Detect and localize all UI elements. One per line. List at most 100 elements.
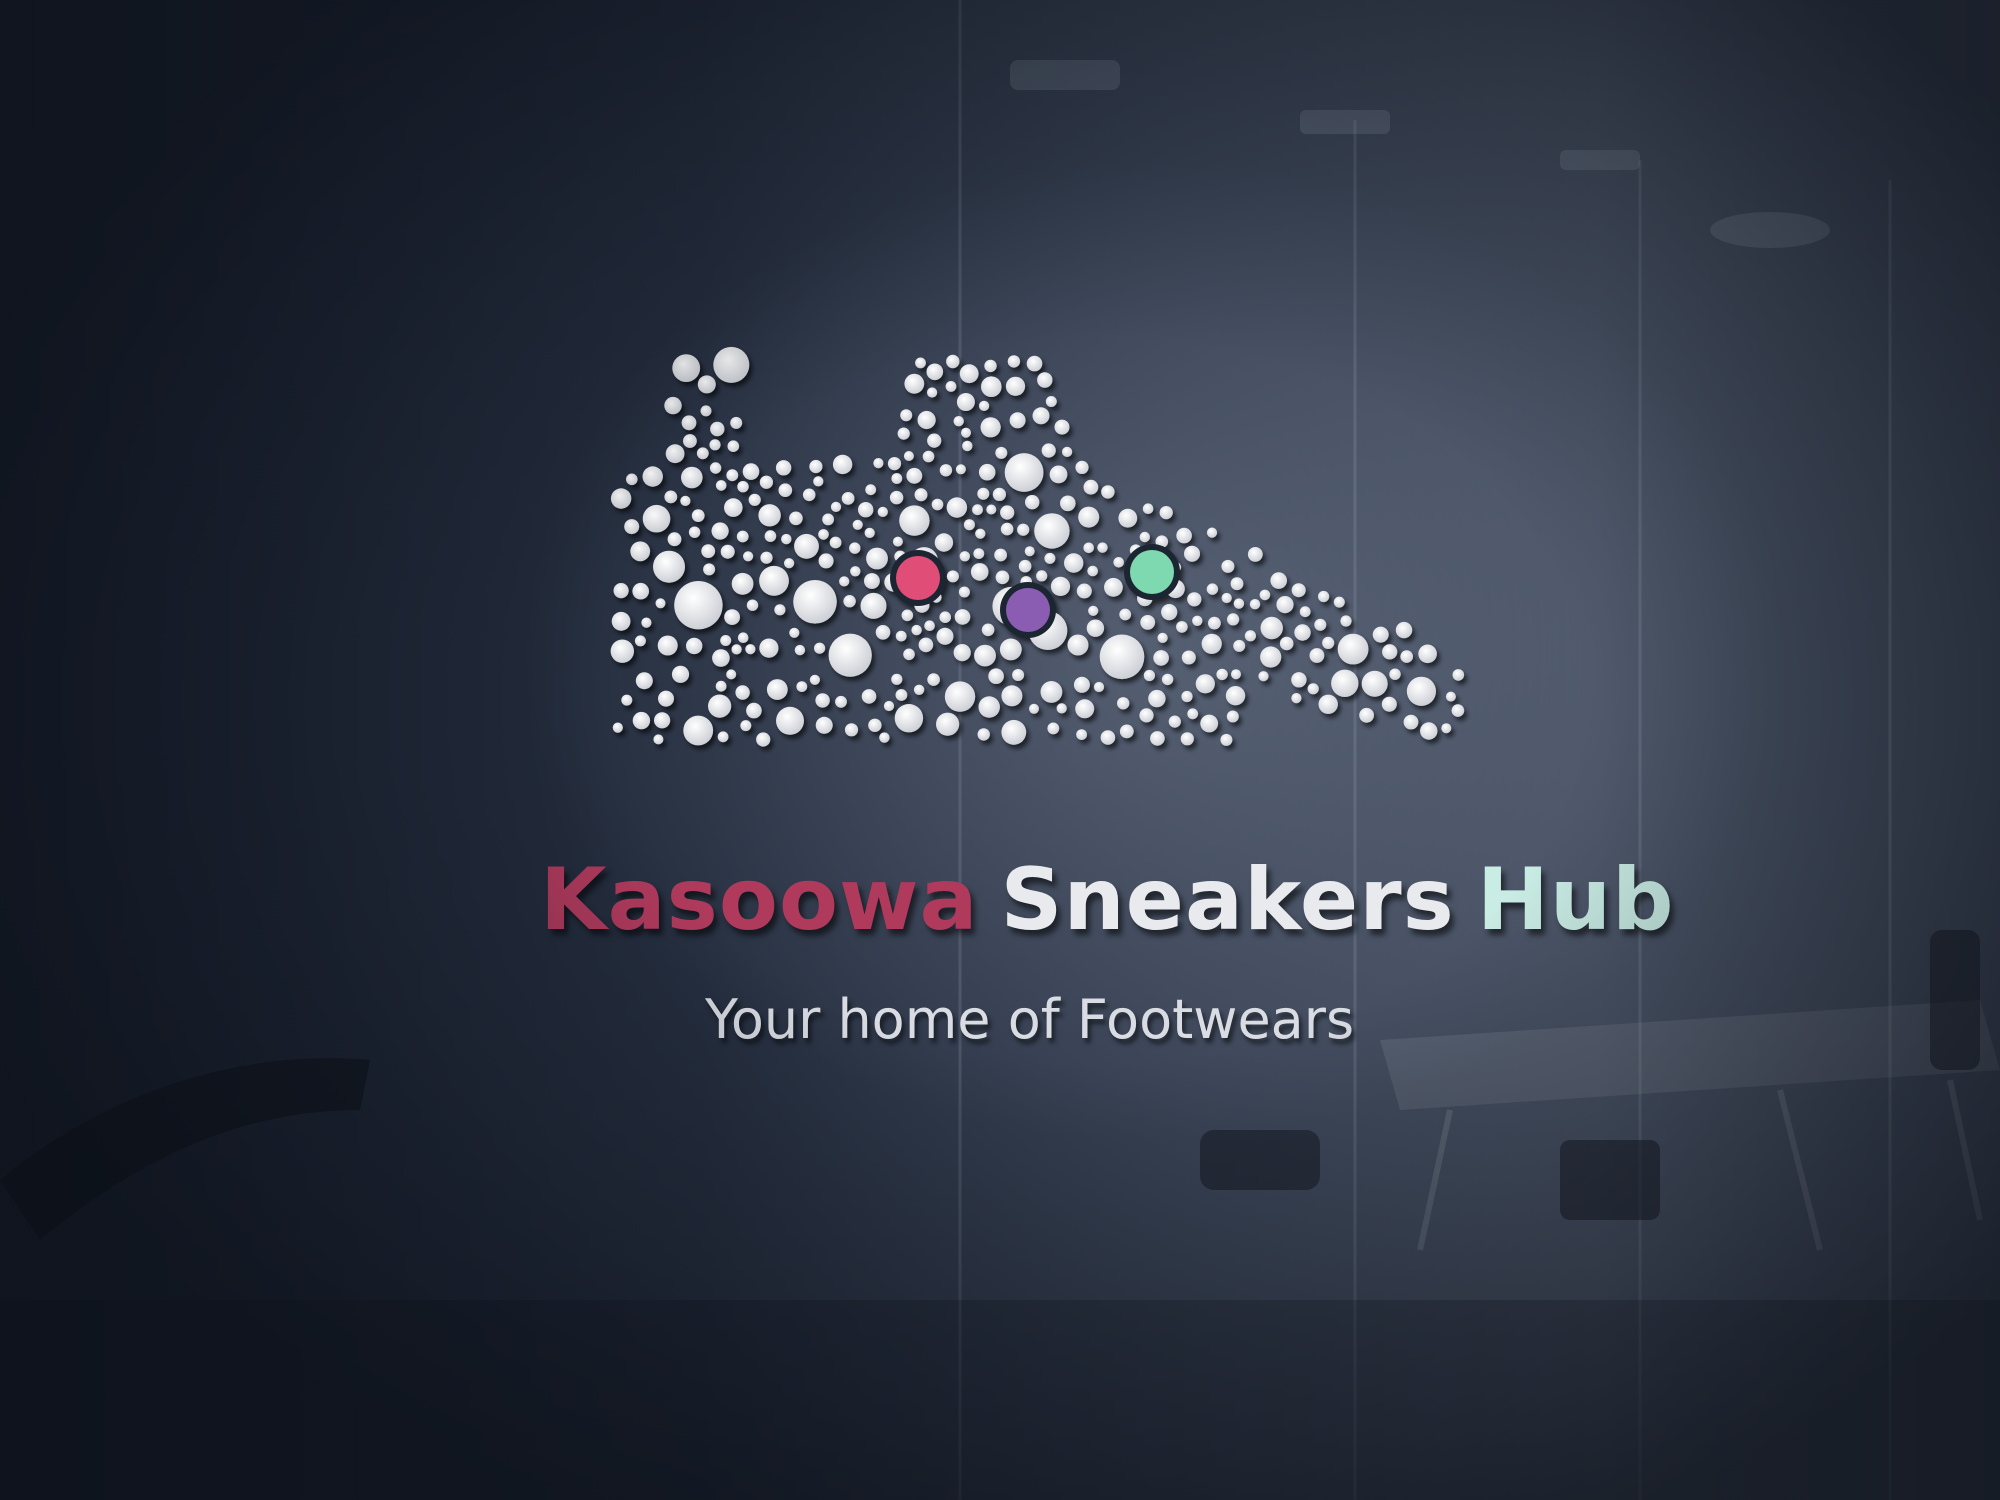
shoe-dot [1119,608,1132,621]
shoe-dot [746,702,762,719]
shoe-dot [1318,694,1338,714]
shoe-dot [709,462,722,474]
shoe-dot [1403,714,1419,730]
shoe-dot [918,637,934,653]
shoe-dot [1333,596,1345,608]
shoe-dot [875,625,891,640]
shoe-dot [759,475,773,489]
shoe-dot [743,551,754,562]
shoe-dot [1118,508,1138,528]
shoe-dot [914,488,928,502]
shoe-dot [953,416,964,427]
shoe-dot [1279,636,1294,651]
shoe-dot [1143,669,1155,682]
brand-word-kasoowa: Kasoowa [540,850,979,950]
shoe-dot [664,490,678,504]
shoe-dot [715,480,727,491]
shoe-dot [814,642,826,654]
shoe-dot [891,673,903,685]
shoe-dot [776,706,804,735]
shoe-dot [789,511,803,526]
shoe-dot [978,463,996,481]
shoe-dot [759,638,779,658]
shoe-dot [1221,559,1235,573]
shoe-dot [892,536,903,547]
shoe-dot [894,704,924,733]
shoe-dot [1060,495,1076,512]
shoe-dot [1381,696,1397,712]
shoe-dot [999,638,1022,661]
shoe-dot [610,488,632,509]
shoe-dot [778,483,793,497]
shoe-dot [641,617,652,628]
shoe-dot [815,716,833,734]
shoe-dot [981,623,995,637]
shoe-dot [1139,531,1150,543]
shoe-dot [1056,703,1067,714]
shoe-dot [946,354,960,369]
shoe-dot [667,532,682,547]
shoe-dot [1148,689,1166,708]
shoe-dot [1086,619,1105,637]
shoe-dot [1088,605,1099,616]
shoe-dot [715,680,727,692]
shoe-dot [634,635,646,647]
shoe-dot [701,544,716,558]
shoe-dot [1372,626,1389,643]
shoe-dot [612,722,623,733]
shoe-dot [1225,686,1246,706]
shoe-dot [864,527,875,538]
shoe-dot [1047,722,1060,735]
shoe-dot [934,533,954,552]
shoe-dot [1040,681,1063,703]
shoe-dot [1227,613,1240,626]
shoe-dot [1201,633,1222,654]
shoe-dot [939,464,953,477]
shoe-dot [903,451,914,461]
shoe-dot [655,598,666,609]
shoe-dot [658,690,674,707]
shoe-dot [1260,616,1283,640]
shoe-dot [1418,644,1437,664]
shoe-dot [977,487,990,500]
shoe-dot [849,542,861,554]
shoe-dot [775,460,792,476]
shoe-dot [900,409,913,422]
shoe-dot [946,497,968,518]
shoe-dot [922,450,935,463]
shoe-dot [711,522,729,540]
shoe-dot [632,582,649,600]
shoe-dot [1153,650,1169,666]
shoe-dot [1233,639,1246,652]
shoe-dot [861,689,877,704]
shoe-dot [865,484,877,496]
shoe-dot [748,493,761,506]
shoe-dot [1012,669,1025,681]
shoe-dot [992,487,1006,501]
shoe-dot [657,635,678,656]
shoe-dot [899,505,930,536]
shoe-dot [764,530,777,542]
shoe-dot [1024,546,1035,557]
shoe-dot [671,665,690,683]
shoe-dot [1100,730,1116,745]
shoe-dot [1045,396,1057,407]
shoe-dot [1017,523,1030,536]
shoe-dot [852,519,863,530]
shoe-dot [796,681,808,692]
shoe-dot [1161,673,1174,686]
shoe-dot [1259,589,1271,601]
shoe-dot [1216,668,1228,681]
shoe-dot [889,490,904,505]
shoe-dot [610,639,634,663]
shoe-dot [1200,714,1219,733]
shoe-dot [737,481,749,493]
shoe-dot [1400,650,1413,663]
shoe-dot [1093,681,1105,693]
shoe-dot [635,672,653,690]
shoe-dot [927,673,940,686]
shoe-dot [1299,606,1311,618]
shoe-dot [980,417,1001,438]
shoe-dot [665,444,685,464]
shoe-dot [1294,624,1311,641]
